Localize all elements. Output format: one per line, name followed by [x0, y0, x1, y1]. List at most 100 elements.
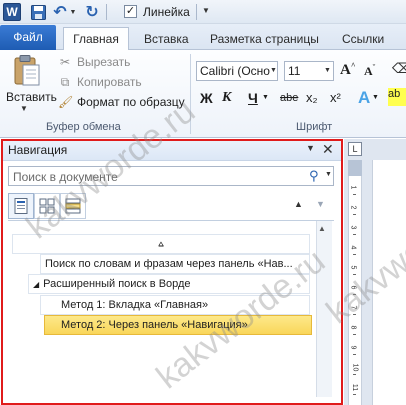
document-headings-icon — [14, 198, 28, 214]
subscript-button[interactable]: x₂ — [306, 90, 318, 105]
ruler-number: 6 — [349, 285, 357, 290]
copy-label: Копировать — [77, 75, 142, 89]
ruler-number: 3 — [349, 225, 357, 230]
font-group-label: Шрифт — [296, 121, 333, 133]
strikethrough-button[interactable]: abe — [280, 92, 298, 104]
highlight-button[interactable]: ab — [388, 88, 406, 106]
ruler-number: 9 — [349, 345, 357, 350]
font-family-dropdown-icon[interactable]: ▼ — [270, 62, 279, 80]
copy-icon: ⧉ — [60, 75, 70, 89]
text-effects-dropdown-icon[interactable]: ▼ — [372, 94, 379, 101]
ribbon-tabs: Файл Главная Вставка Разметка страницы С… — [0, 24, 406, 51]
search-box[interactable]: ⚲ ▼ — [8, 166, 334, 186]
undo-icon[interactable]: ↶ — [52, 3, 68, 21]
heading-node-selected[interactable]: Метод 2: Через панель «Навигация» — [44, 315, 312, 335]
ruler-margin — [348, 160, 362, 176]
font-size-dropdown-icon[interactable]: ▼ — [324, 62, 333, 80]
ruler-tick — [353, 214, 356, 215]
underline-button[interactable]: Ч — [248, 90, 258, 106]
tree-scrollbar[interactable] — [316, 221, 332, 397]
ruler-number: 1 — [349, 185, 357, 190]
tab-results[interactable] — [60, 193, 86, 219]
ruler-number: 11 — [351, 383, 359, 392]
tab-selector[interactable]: L — [348, 142, 362, 156]
next-result-icon[interactable]: ▼ — [316, 199, 325, 209]
collapse-all-row[interactable]: ⩠ — [12, 234, 310, 254]
ruler-checkbox[interactable]: ✓ — [124, 5, 137, 18]
ruler-tick — [353, 194, 356, 195]
collapse-all-icon: ⩠ — [158, 239, 164, 249]
ruler-tick — [353, 254, 356, 255]
ruler-number: 2 — [349, 205, 357, 210]
underline-dropdown-icon[interactable]: ▼ — [262, 94, 269, 101]
superscript-button[interactable]: x² — [330, 90, 341, 105]
heading-node[interactable]: Метод 1: Вкладка «Главная» — [40, 295, 310, 315]
ruler-tick — [353, 274, 356, 275]
search-input[interactable] — [13, 169, 293, 184]
word-app-icon[interactable]: W — [3, 3, 21, 21]
italic-button[interactable]: К — [222, 90, 232, 106]
search-results-icon — [65, 198, 81, 214]
tab-headings[interactable] — [8, 193, 34, 219]
undo-dropdown-icon[interactable]: ▼ — [69, 3, 77, 21]
tab-pages[interactable] — [34, 193, 60, 219]
customize-toolbar-icon[interactable]: ▼ — [202, 6, 212, 15]
navigation-pane-title: Навигация — [8, 143, 68, 157]
document-page[interactable] — [372, 160, 406, 405]
tab-references[interactable]: Ссылки — [336, 28, 390, 50]
bold-button[interactable]: Ж — [200, 90, 213, 106]
pane-options-icon[interactable]: ▼ — [306, 143, 315, 153]
close-icon[interactable]: ✕ — [322, 141, 334, 158]
shrink-font-button[interactable]: Aˇ — [364, 63, 375, 79]
ruler-tick — [353, 374, 356, 375]
search-icon[interactable]: ⚲ — [309, 168, 319, 184]
ribbon: Вставить ▼ ✂ Вырезать ⧉ Копировать 🖌 Фор… — [0, 50, 406, 138]
cut-label: Вырезать — [77, 55, 131, 69]
shrink-font-label: A — [364, 64, 373, 78]
ruler-tick — [353, 354, 356, 355]
ruler-checkbox-label[interactable]: Линейка — [143, 4, 190, 20]
collapse-node-icon[interactable]: ◢ — [33, 280, 39, 289]
toolbar-divider — [106, 4, 107, 20]
scroll-up-icon[interactable]: ▲ — [318, 224, 326, 233]
paste-button[interactable]: Вставить — [6, 90, 57, 104]
ruler-tick — [353, 294, 356, 295]
ruler-number: 5 — [349, 265, 357, 270]
ruler-tick — [353, 234, 356, 235]
tab-page-layout[interactable]: Разметка страницы — [204, 28, 325, 50]
ruler-number: 7 — [349, 305, 357, 310]
search-options-dropdown-icon[interactable]: ▼ — [325, 171, 332, 178]
heading-node[interactable]: ◢ Расширенный поиск в Ворде — [28, 274, 310, 294]
ruler-number: 10 — [351, 363, 359, 372]
copy-button[interactable]: ⧉ Копировать — [58, 73, 142, 91]
quick-access-toolbar: W ↶ ▼ ↻ ✓ Линейка ▼ — [0, 0, 406, 24]
grow-font-label: A — [340, 62, 351, 78]
previous-result-icon[interactable]: ▲ — [294, 199, 303, 209]
font-family-select[interactable]: Calibri (Осно — [196, 61, 278, 81]
text-effects-button[interactable]: A — [358, 88, 370, 108]
heading-node-label: Расширенный поиск в Ворде — [43, 278, 191, 290]
heading-node[interactable]: Поиск по словам и фразам через панель «Н… — [40, 254, 310, 274]
tab-insert[interactable]: Вставка — [138, 28, 195, 50]
scissors-icon: ✂ — [59, 55, 71, 69]
grow-font-button[interactable]: A^ — [340, 61, 356, 79]
cut-button[interactable]: ✂ Вырезать — [58, 53, 130, 71]
ruler-number: 8 — [349, 325, 357, 330]
redo-icon[interactable]: ↻ — [84, 3, 100, 21]
ruler-tick — [353, 314, 356, 315]
paste-dropdown-icon[interactable]: ▼ — [20, 104, 28, 113]
paste-icon[interactable] — [14, 55, 40, 87]
ruler-tick — [353, 394, 356, 395]
clear-formatting-icon[interactable]: ⌫ — [392, 60, 406, 77]
ruler-tick — [353, 334, 356, 335]
paintbrush-icon: 🖌 — [58, 95, 74, 109]
ruler-number: 4 — [349, 245, 357, 250]
page-thumbnails-icon — [39, 198, 55, 214]
toolbar-divider — [196, 4, 197, 20]
tab-file[interactable]: Файл — [0, 25, 56, 50]
save-icon[interactable] — [30, 3, 46, 21]
tab-home[interactable]: Главная — [63, 27, 129, 51]
format-painter-label: Формат по образцу — [77, 95, 185, 109]
group-divider — [190, 54, 191, 134]
format-painter-button[interactable]: 🖌 Формат по образцу — [58, 93, 185, 111]
